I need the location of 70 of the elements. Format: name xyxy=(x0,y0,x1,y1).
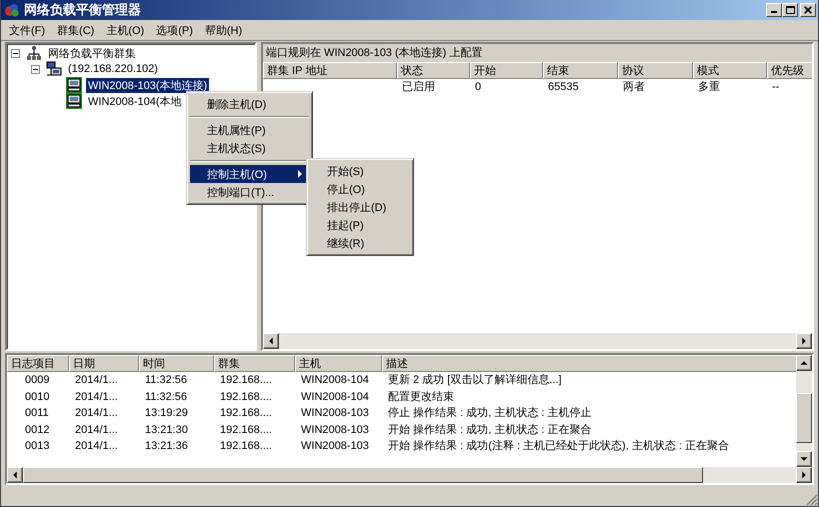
column-header[interactable]: 结束 xyxy=(543,62,618,79)
menu-item[interactable]: 排出停止(D) xyxy=(310,198,410,216)
menu-item[interactable]: 文件(F) xyxy=(3,22,52,38)
table-cell-text: 11:32:56 xyxy=(144,390,188,404)
menu-item[interactable]: 主机状态(S) xyxy=(190,139,309,157)
tree-item[interactable]: WIN2008-103(本地连接) xyxy=(86,78,210,92)
table-cell-text: 0009 xyxy=(24,373,50,388)
table-cell-text: 2014/1... xyxy=(74,422,119,438)
table-cell-text: 192.168.... xyxy=(219,390,273,404)
pane-title: 端口规则在 WIN2008-103 (本地连接) 上配置 xyxy=(263,44,812,62)
column-header[interactable]: 描述 xyxy=(382,355,796,372)
table-cell-text: -- xyxy=(771,80,780,95)
column-header[interactable]: 日期 xyxy=(69,355,139,372)
column-header[interactable]: 群集 IP 地址 xyxy=(263,62,397,79)
table-cell-text: WIN2008-103 xyxy=(300,406,370,421)
table-cell-text: 11:32:56 xyxy=(144,373,188,388)
menu-item[interactable]: 主机属性(P) xyxy=(190,121,309,139)
tree-item[interactable]: 网络负载平衡群集 xyxy=(46,46,138,60)
table-cell-text: 13:19:29 xyxy=(144,406,189,421)
menu-item[interactable]: 挂起(P) xyxy=(310,216,410,234)
table-cell-text: 13:21:36 xyxy=(144,439,189,454)
column-header[interactable]: 状态 xyxy=(397,62,470,79)
menu-item[interactable]: 继续(R) xyxy=(310,234,410,252)
table-cell-text: 停止 操作结果 : 成功, 主机状态 : 主机停止 xyxy=(387,406,593,421)
menu-item[interactable]: 控制端口(T)... xyxy=(190,183,309,201)
table-cell-text: 192.168.... xyxy=(219,406,273,421)
column-header[interactable]: 日志项目 xyxy=(7,355,69,372)
table-cell-text: 13:21:30 xyxy=(144,422,189,438)
menu-item[interactable]: 停止(O) xyxy=(310,180,410,198)
table-cell-text: 多重 xyxy=(697,80,721,95)
table-cell-text: 192.168.... xyxy=(219,422,273,438)
table-cell-text: 开始 操作结果 : 成功(注释 : 主机已经处于此状态), 主机状态 : 正在聚合 xyxy=(387,438,730,454)
window-title: 网络负载平衡管理器 xyxy=(24,1,142,19)
table-cell-text: WIN2008-103 xyxy=(300,439,370,454)
column-header[interactable]: 优先级 xyxy=(767,62,812,79)
table-cell-text: 2014/1... xyxy=(74,406,119,421)
column-header[interactable]: 协议 xyxy=(618,62,693,79)
menu-item[interactable]: 主机(O) xyxy=(100,22,150,38)
table-cell-text: 192.168.... xyxy=(219,373,273,388)
table-cell-text: 已启用 xyxy=(401,80,436,95)
menu-item[interactable]: 帮助(H) xyxy=(198,22,248,38)
table-cell-text: 2014/1... xyxy=(74,390,119,404)
menu-item[interactable]: 选项(P) xyxy=(150,22,199,38)
table-cell-text: WIN2008-104 xyxy=(300,390,370,404)
menu-item[interactable]: 删除主机(D) xyxy=(190,95,309,113)
table-cell-text: 配置更改结束 xyxy=(387,390,455,404)
table-cell-text: 2014/1... xyxy=(74,439,119,454)
table-cell-text: 两者 xyxy=(622,80,646,95)
table-cell-text: WIN2008-103 xyxy=(300,422,370,438)
table-cell-text: 0010 xyxy=(24,390,50,404)
column-header[interactable]: 开始 xyxy=(470,62,543,79)
column-header[interactable]: 时间 xyxy=(139,355,214,372)
table-cell-text: 更新 2 成功 [双击以了解详细信息...] xyxy=(387,372,563,388)
table-cell-text: 0 xyxy=(474,80,482,95)
menu-item[interactable]: 控制主机(O) xyxy=(190,165,309,183)
table-cell-text: 0011 xyxy=(24,406,50,421)
menu-item[interactable]: 群集(C) xyxy=(51,22,100,38)
table-cell-text: 192.168.... xyxy=(219,439,273,454)
column-header[interactable]: 主机 xyxy=(295,355,382,372)
table-cell-text: 0012 xyxy=(24,422,50,438)
table-cell-text: 2014/1... xyxy=(74,373,119,388)
tree-item[interactable]: (192.168.220.102) xyxy=(66,63,160,75)
column-header[interactable]: 群集 xyxy=(214,355,295,372)
table-cell-text: WIN2008-104 xyxy=(300,373,370,388)
tree-item[interactable]: WIN2008-104(本地 xyxy=(86,94,184,108)
column-header[interactable]: 模式 xyxy=(693,62,767,79)
table-cell-text: 开始 操作结果 : 成功, 主机状态 : 正在聚合 xyxy=(387,422,593,438)
table-cell-text: 65535 xyxy=(547,80,580,95)
menu-item[interactable]: 开始(S) xyxy=(310,162,410,180)
table-cell-text: 0013 xyxy=(24,439,50,454)
